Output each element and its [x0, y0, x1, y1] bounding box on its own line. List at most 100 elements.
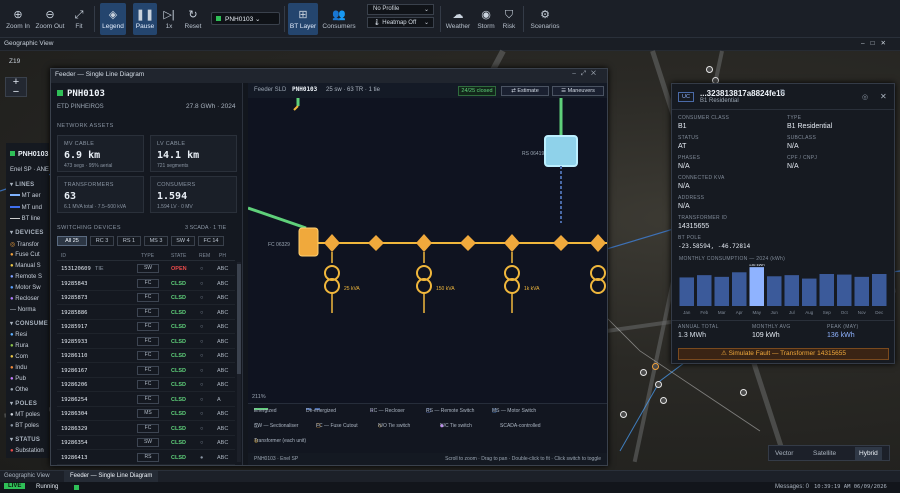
chart-bar[interactable] [819, 274, 835, 306]
layer-recloser[interactable]: ● Recloser [10, 296, 39, 302]
copy-icon[interactable]: ⧉ [780, 89, 785, 97]
layer-bt-line[interactable]: BT line [10, 216, 40, 222]
map-zoom-out-button[interactable]: − [6, 87, 26, 98]
chart-bar[interactable] [802, 278, 817, 306]
layer-consumer-other[interactable]: ● Othe [10, 387, 28, 393]
filter-chip-fc[interactable]: FC 14 [198, 236, 224, 246]
table-row[interactable]: 19286110 FC CLSD ○ ABC [57, 349, 235, 363]
feeder-select[interactable]: PNH0103 ⌄ [211, 12, 280, 25]
simulate-fault-button[interactable]: ⚠ Simulate Fault — Transformer 14315655 [678, 348, 889, 360]
chart-bar[interactable] [714, 276, 730, 306]
status-heading[interactable]: ▾ STATUS [10, 436, 40, 443]
switch-node[interactable] [368, 235, 384, 251]
layer-mt-aerial[interactable]: MT aer [10, 193, 41, 199]
fit-button[interactable]: ⤢ Fit [68, 3, 90, 35]
layer-bt-poles[interactable]: ● BT poles [10, 423, 39, 429]
filter-chip-rs[interactable]: RS 1 [117, 236, 141, 246]
switch-node[interactable] [553, 235, 569, 251]
filter-chip-ms[interactable]: MS 3 [144, 236, 168, 246]
window-controls[interactable]: –⤢✕ [572, 70, 601, 78]
layer-consumer-ind[interactable]: ● Indu [10, 365, 27, 371]
chart-bar[interactable] [749, 267, 765, 306]
table-row[interactable]: 19285843 FC CLSD ○ ABC [57, 277, 235, 291]
profile-select[interactable]: No Profile ⌄ [367, 4, 434, 15]
heatmap-select[interactable]: 🌡 Heatmap Off ⌄ [367, 17, 434, 28]
map-pin[interactable] [652, 363, 659, 370]
table-row[interactable]: 19286254 FC CLSD ○ A [57, 393, 235, 407]
basemap-satellite[interactable]: Satellite [813, 450, 836, 457]
map-pin[interactable] [706, 66, 713, 73]
legend-button[interactable]: ◈ Legend [100, 3, 126, 35]
layer-motor-switch[interactable]: ● Motor Sw [10, 285, 41, 291]
basemap-vector[interactable]: Vector [775, 450, 793, 457]
bt-layer-button[interactable]: ⊞ BT Layer [288, 3, 318, 35]
chart-bar[interactable] [679, 277, 695, 306]
transformer-1[interactable]: 25 kVA [324, 234, 360, 313]
chart-bar[interactable] [767, 276, 782, 306]
table-row[interactable]: 19285886 FC CLSD ○ ABC [57, 306, 235, 320]
zoom-in-button[interactable]: ⊕ Zoom In [4, 3, 32, 35]
chart-bar[interactable] [854, 276, 870, 306]
chart-bar[interactable] [732, 272, 747, 306]
table-row[interactable]: 19286354 SW CLSD ○ ABC [57, 436, 235, 450]
sld-canvas[interactable]: RS 06419 FC 06329 25 kVA 150 kVA 1k kVA … [247, 98, 607, 403]
layer-fuse-cutout[interactable]: ● Fuse Cut [10, 252, 40, 258]
lines-heading[interactable]: ▾ LINES [10, 181, 34, 188]
remote-switch-symbol[interactable] [544, 135, 578, 167]
table-row[interactable]: 19286329 FC CLSD ○ ABC [57, 422, 235, 436]
switch-node[interactable] [460, 235, 476, 251]
reset-button[interactable]: ↻ Reset [182, 3, 204, 35]
scenarios-button[interactable]: ⚙ Scenarios [530, 3, 560, 35]
consumers-heading[interactable]: ▾ CONSUME [10, 320, 48, 327]
poles-heading[interactable]: ▾ POLES [10, 400, 37, 407]
chart-bar[interactable] [784, 275, 800, 306]
layer-mt-poles[interactable]: ● MT poles [10, 412, 40, 418]
weather-button[interactable]: ☁ Weather [444, 3, 472, 35]
sld-diagram[interactable]: RS 06419 FC 06329 25 kVA 150 kVA 1k kVA … [247, 98, 607, 403]
layer-consumer-rural[interactable]: ● Rura [10, 343, 28, 349]
storm-button[interactable]: ◉ Storm [474, 3, 498, 35]
table-row[interactable]: 19285933 FC CLSD ○ ABC [57, 335, 235, 349]
map-pin[interactable] [640, 369, 647, 376]
maneuvers-button[interactable]: ☰ Maneuvers [552, 86, 604, 96]
sld-window-titlebar[interactable]: Feeder — Single Line Diagram –⤢✕ [51, 69, 607, 83]
pause-button[interactable]: ❚❚ Pause [133, 3, 157, 35]
filter-chip-sw[interactable]: SW 4 [171, 236, 195, 246]
table-row[interactable]: 19286304 MS CLSD ○ ABC [57, 407, 235, 421]
consumers-button[interactable]: 👥 Consumers [322, 3, 356, 35]
layer-consumer-pub[interactable]: ● Pub [10, 376, 26, 382]
map-pin[interactable] [655, 381, 662, 388]
transformer-2[interactable]: 150 kVA [416, 234, 455, 313]
devices-heading[interactable]: ▾ DEVICES [10, 229, 44, 236]
table-row[interactable]: 19286167 FC CLSD ○ ABC [57, 364, 235, 378]
layer-transformer[interactable]: ◎ Transfor [10, 241, 39, 248]
table-row[interactable]: 19285873 FC CLSD ○ ABC [57, 291, 235, 305]
locate-icon[interactable]: ◎ [862, 93, 868, 101]
layer-consumer-res[interactable]: ● Resi [10, 332, 27, 338]
zoom-out-button[interactable]: ⊖ Zoom Out [34, 3, 66, 35]
scrollbar-thumb[interactable] [237, 264, 241, 374]
speed-button[interactable]: ▷| 1x [160, 3, 178, 35]
filter-chip-rc[interactable]: RC 3 [90, 236, 114, 246]
messages-count[interactable]: Messages: 0 [775, 484, 809, 490]
transformer-4[interactable] [590, 234, 606, 294]
window-controls[interactable]: –□✕ [861, 39, 892, 47]
transformer-3[interactable]: 1k kVA [504, 234, 540, 313]
basemap-hybrid[interactable]: Hybrid [855, 447, 882, 460]
close-icon[interactable]: ✕ [880, 92, 887, 101]
layer-remote-switch[interactable]: ● Remote S [10, 274, 42, 280]
table-row[interactable]: 153120609 TIE SW OPEN ○ ABC [57, 262, 235, 276]
filter-chip-all[interactable]: All 25 [57, 236, 87, 246]
table-row[interactable]: 19286206 FC CLSD ○ ABC [57, 378, 235, 392]
layer-consumer-com[interactable]: ● Com [10, 354, 28, 360]
chart-bar[interactable] [872, 274, 887, 306]
fuse-cutout-symbol[interactable] [298, 227, 319, 257]
scrollbar-track[interactable] [237, 262, 241, 462]
layer-normal[interactable]: — Norma [10, 307, 36, 313]
layer-manual-switch[interactable]: ● Manual S [10, 263, 41, 269]
chart-bar[interactable] [697, 275, 712, 306]
estimate-button[interactable]: ⇄ Estimate [501, 86, 549, 96]
map-pin[interactable] [660, 397, 667, 404]
table-row[interactable]: 19286413 RS CLSD ● ABC [57, 451, 235, 465]
chart-bar[interactable] [837, 274, 852, 306]
